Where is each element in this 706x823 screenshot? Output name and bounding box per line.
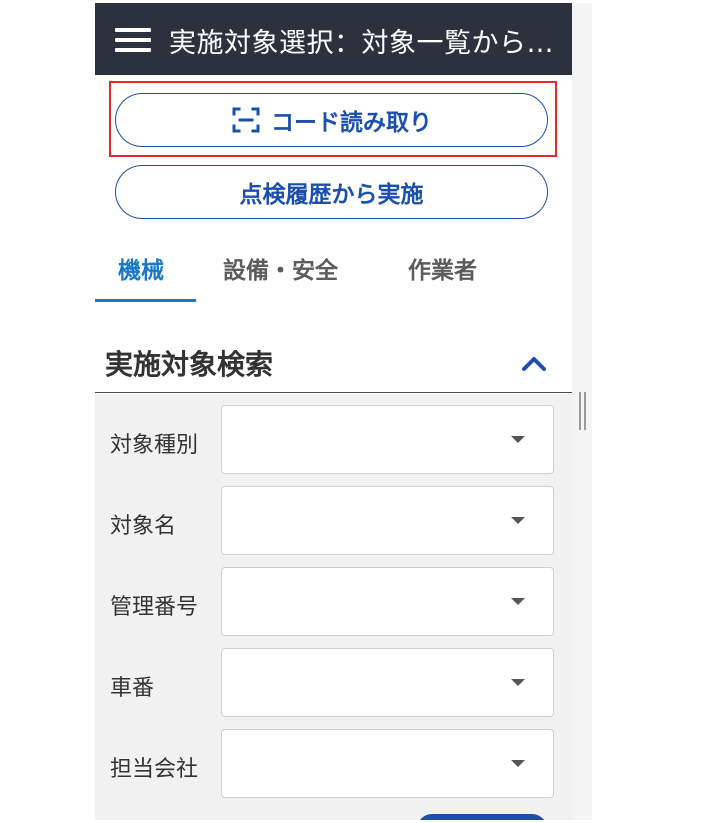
search-form: 対象種別 対象名 管理番号 車番 担当会社	[95, 394, 572, 820]
tab-worker[interactable]: 作業者	[408, 251, 477, 285]
hamburger-icon[interactable]	[115, 28, 151, 52]
tab-active-indicator	[95, 299, 196, 302]
field-label: 管理番号	[110, 595, 199, 620]
scan-code-button[interactable]: コード読み取り	[115, 93, 548, 147]
search-section-title: 実施対象検索	[105, 348, 274, 381]
scan-code-label: コード読み取り	[271, 110, 432, 136]
history-run-label: 点検履歴から実施	[239, 182, 424, 208]
tab-equipment-safety[interactable]: 設備・安全	[223, 251, 338, 285]
field-row-vehicle-number: 車番	[95, 648, 572, 718]
caret-down-icon	[511, 598, 525, 605]
target-name-select[interactable]	[221, 486, 554, 555]
caret-down-icon	[511, 679, 525, 686]
target-type-select[interactable]	[221, 405, 554, 474]
vehicle-number-select[interactable]	[221, 648, 554, 717]
splitter-handle-icon[interactable]	[579, 392, 587, 430]
scan-frame-icon	[232, 107, 260, 133]
app-bar: 実施対象選択：対象一覧から選択	[95, 3, 572, 75]
mobile-screen: 実施対象選択：対象一覧から選択 コード読み取り 点検履歴から実施 機械 設備・安…	[95, 3, 572, 820]
caret-down-icon	[511, 436, 525, 443]
company-select[interactable]	[221, 729, 554, 798]
caret-down-icon	[511, 760, 525, 767]
chevron-up-icon[interactable]	[519, 349, 549, 379]
tab-machine[interactable]: 機械	[118, 251, 164, 285]
tab-bar: 機械 設備・安全 作業者	[95, 235, 572, 303]
caret-down-icon	[511, 517, 525, 524]
field-label: 担当会社	[110, 757, 199, 782]
management-number-select[interactable]	[221, 567, 554, 636]
field-label: 対象名	[110, 514, 177, 539]
field-row-target-type: 対象種別	[95, 405, 572, 475]
field-label: 車番	[110, 676, 155, 701]
field-label: 対象種別	[110, 433, 199, 458]
field-row-target-name: 対象名	[95, 486, 572, 556]
field-row-company: 担当会社	[95, 729, 572, 799]
history-run-button[interactable]: 点検履歴から実施	[115, 165, 548, 219]
search-button[interactable]	[417, 814, 547, 820]
field-row-management-number: 管理番号	[95, 567, 572, 637]
page-title: 実施対象選択：対象一覧から選択	[169, 28, 564, 59]
search-section-header: 実施対象検索	[95, 329, 572, 393]
